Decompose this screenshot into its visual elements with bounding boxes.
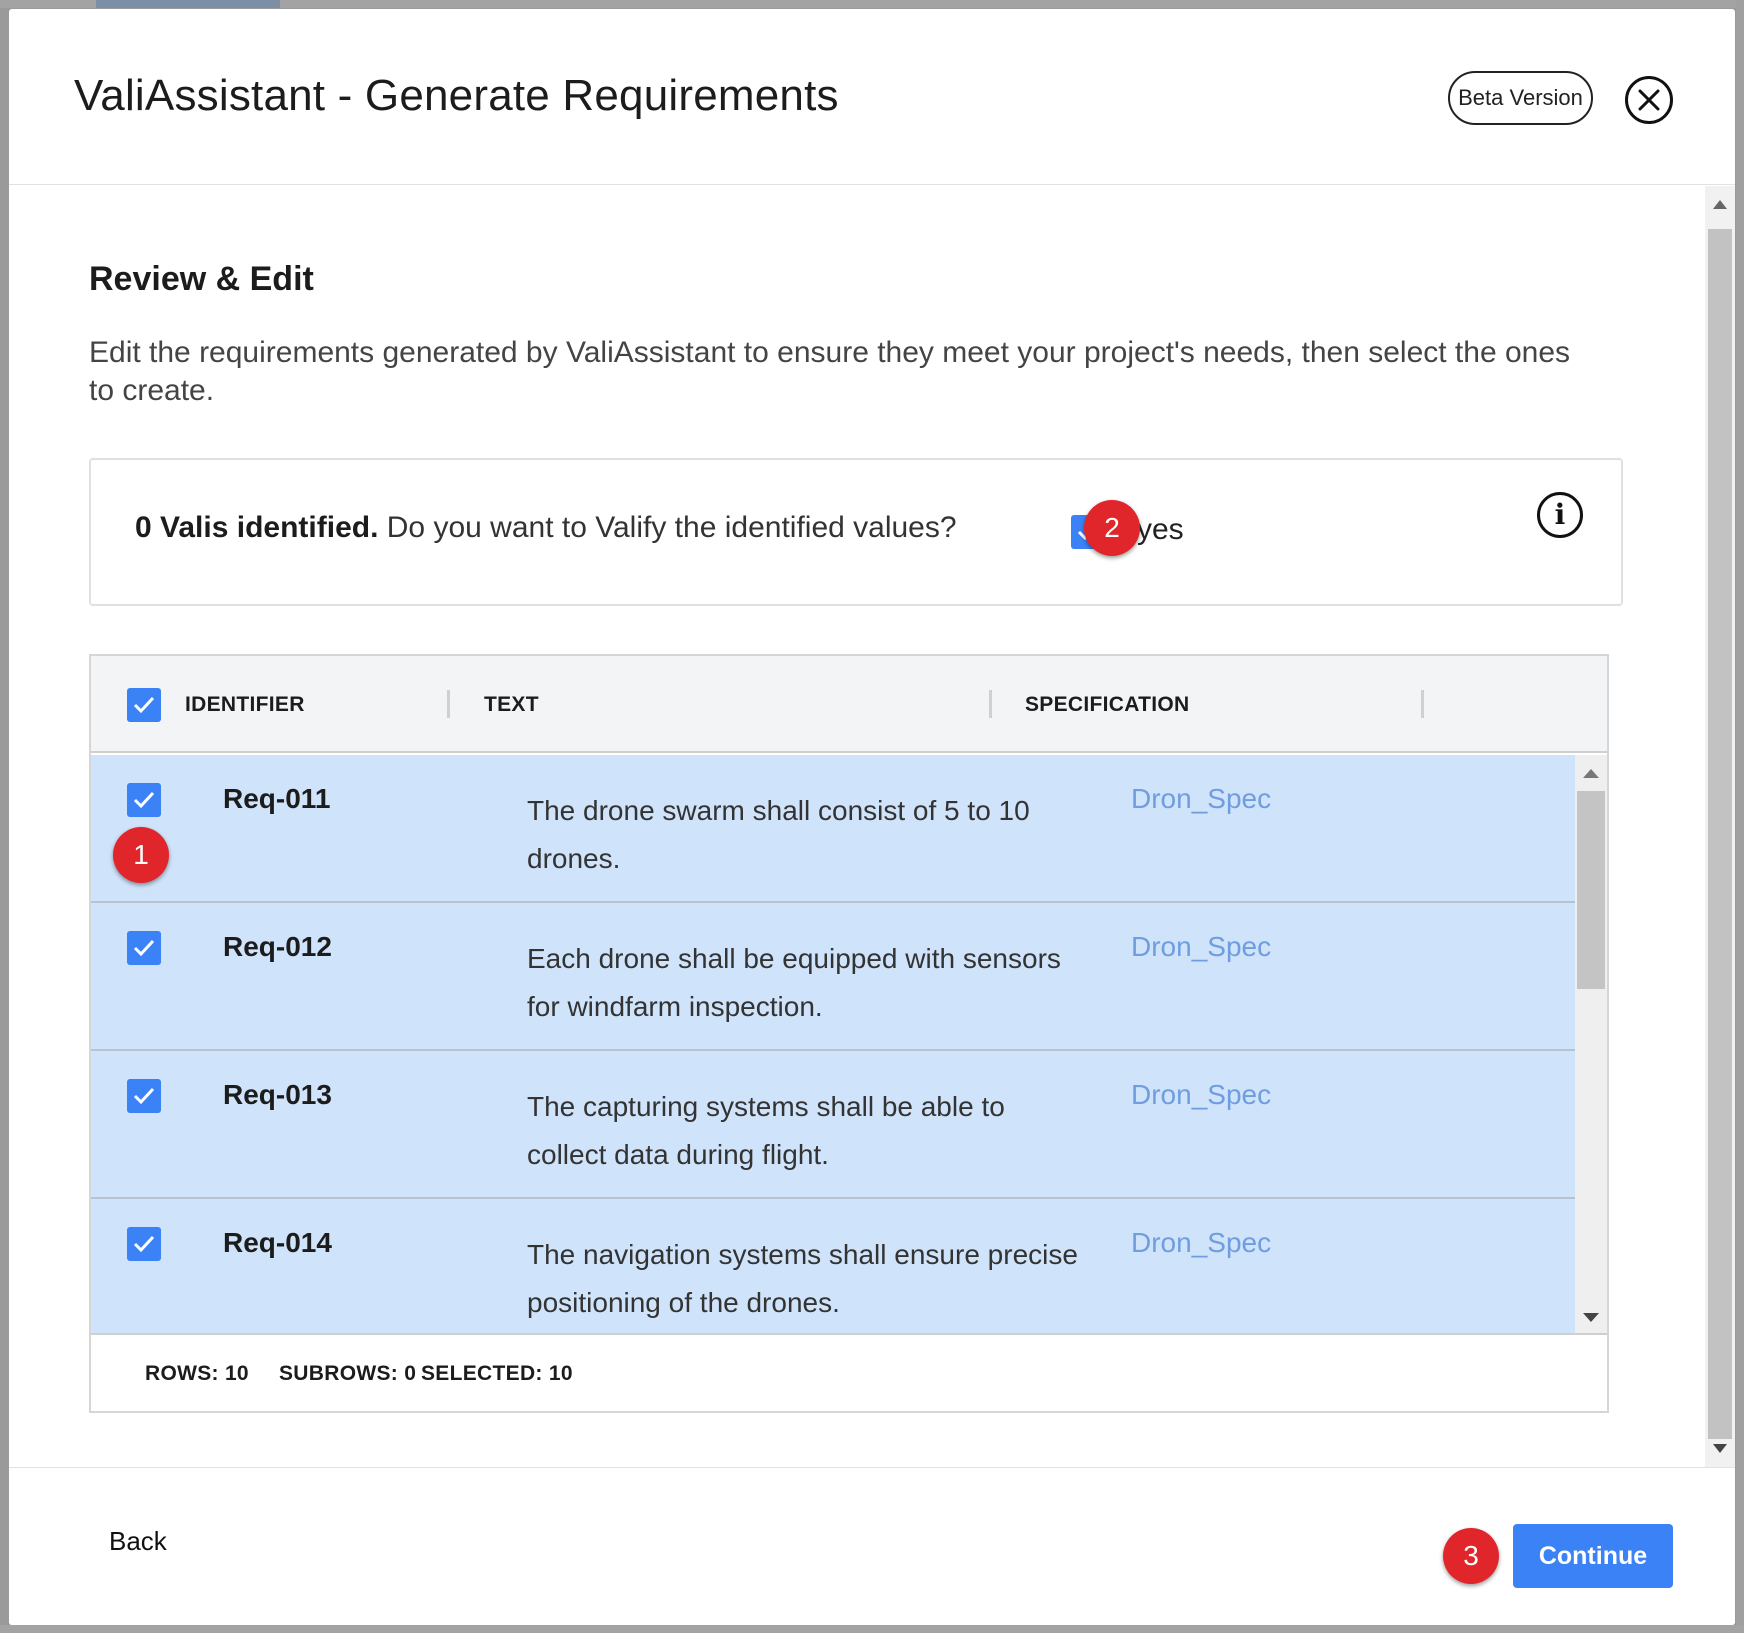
annotation-badge-2: 2 bbox=[1084, 500, 1140, 556]
row-specification-link[interactable]: Dron_Spec bbox=[1131, 783, 1271, 815]
column-resize-handle[interactable] bbox=[1421, 690, 1424, 718]
subrows-count: SUBROWS: 0 bbox=[279, 1362, 417, 1385]
row-identifier[interactable]: Req-013 bbox=[223, 1079, 332, 1111]
section-description: Edit the requirements generated by ValiA… bbox=[89, 336, 1571, 407]
generate-requirements-dialog: ValiAssistant - Generate Requirements Be… bbox=[9, 9, 1735, 1625]
scroll-up-arrow-icon[interactable] bbox=[1583, 769, 1599, 778]
scroll-thumb[interactable] bbox=[1577, 791, 1605, 989]
row-text[interactable]: The capturing systems shall be able to c… bbox=[527, 1083, 1087, 1179]
dialog-title: ValiAssistant - Generate Requirements bbox=[74, 71, 839, 120]
back-button[interactable]: Back bbox=[109, 1526, 167, 1557]
table-row[interactable]: 1 Req-011 The drone swarm shall consist … bbox=[91, 755, 1575, 903]
row-text[interactable]: The navigation systems shall ensure prec… bbox=[527, 1231, 1087, 1327]
table-row[interactable]: Req-013 The capturing systems shall be a… bbox=[91, 1051, 1575, 1199]
row-checkbox[interactable] bbox=[127, 1079, 161, 1113]
column-header-identifier[interactable]: IDENTIFIER bbox=[185, 693, 305, 717]
row-text[interactable]: Each drone shall be equipped with sensor… bbox=[527, 935, 1087, 1031]
dialog-header: ValiAssistant - Generate Requirements Be… bbox=[9, 9, 1735, 185]
requirements-table: IDENTIFIER TEXT SPECIFICATION 1 Req-011 … bbox=[89, 654, 1609, 1413]
row-specification-link[interactable]: Dron_Spec bbox=[1131, 1079, 1271, 1111]
scroll-down-arrow-icon[interactable] bbox=[1583, 1313, 1599, 1322]
valify-panel: 0 Valis identified. Do you want to Valif… bbox=[89, 458, 1623, 606]
table-row[interactable]: Req-014 The navigation systems shall ens… bbox=[91, 1199, 1575, 1333]
close-icon bbox=[1638, 89, 1660, 111]
column-header-text[interactable]: TEXT bbox=[484, 693, 539, 717]
scroll-down-arrow-icon[interactable] bbox=[1713, 1444, 1727, 1453]
background-tab bbox=[96, 0, 280, 8]
rows-count: ROWS: 10 bbox=[145, 1362, 249, 1385]
select-all-checkbox[interactable] bbox=[127, 688, 161, 722]
table-scrollbar[interactable] bbox=[1575, 755, 1607, 1333]
beta-version-badge: Beta Version bbox=[1448, 71, 1593, 125]
checkmark-icon bbox=[133, 1087, 155, 1105]
table-body: 1 Req-011 The drone swarm shall consist … bbox=[91, 755, 1575, 1333]
row-checkbox[interactable] bbox=[127, 783, 161, 817]
selected-count: SELECTED: 10 bbox=[421, 1362, 573, 1385]
column-header-specification[interactable]: SPECIFICATION bbox=[1025, 693, 1190, 717]
background-app-footer bbox=[0, 1625, 1744, 1633]
row-identifier[interactable]: Req-012 bbox=[223, 931, 332, 963]
valis-count: 0 Valis identified. bbox=[135, 511, 379, 544]
valify-message: 0 Valis identified. Do you want to Valif… bbox=[135, 511, 957, 545]
background-app-edge bbox=[1736, 0, 1744, 1633]
scroll-up-arrow-icon[interactable] bbox=[1713, 200, 1727, 209]
table-row[interactable]: Req-012 Each drone shall be equipped wit… bbox=[91, 903, 1575, 1051]
row-identifier[interactable]: Req-014 bbox=[223, 1227, 332, 1259]
column-resize-handle[interactable] bbox=[989, 690, 992, 718]
row-identifier[interactable]: Req-011 bbox=[223, 783, 330, 815]
dialog-body: Review & Edit Edit the requirements gene… bbox=[9, 186, 1735, 1467]
row-checkbox[interactable] bbox=[127, 931, 161, 965]
section-title: Review & Edit bbox=[89, 260, 314, 298]
checkmark-icon bbox=[133, 939, 155, 957]
annotation-badge-3: 3 bbox=[1443, 1528, 1499, 1584]
info-icon[interactable]: i bbox=[1537, 492, 1583, 538]
dialog-footer: Back 3 Continue bbox=[9, 1467, 1735, 1625]
annotation-badge-1: 1 bbox=[113, 827, 169, 883]
column-resize-handle[interactable] bbox=[447, 690, 450, 718]
checkmark-icon bbox=[133, 791, 155, 809]
checkmark-icon bbox=[133, 696, 155, 714]
table-footer: ROWS: 10 SUBROWS: 0 SELECTED: 10 bbox=[91, 1333, 1607, 1411]
close-button[interactable] bbox=[1625, 76, 1673, 124]
row-specification-link[interactable]: Dron_Spec bbox=[1131, 1227, 1271, 1259]
dialog-scrollbar[interactable] bbox=[1705, 186, 1735, 1467]
continue-button[interactable]: Continue bbox=[1513, 1524, 1673, 1588]
checkmark-icon bbox=[133, 1235, 155, 1253]
row-text[interactable]: The drone swarm shall consist of 5 to 10… bbox=[527, 787, 1087, 883]
background-app-strip bbox=[0, 0, 1744, 8]
table-header: IDENTIFIER TEXT SPECIFICATION bbox=[91, 656, 1607, 753]
scroll-thumb[interactable] bbox=[1708, 229, 1732, 1439]
valify-question: Do you want to Valify the identified val… bbox=[386, 511, 957, 544]
row-checkbox[interactable] bbox=[127, 1227, 161, 1261]
row-specification-link[interactable]: Dron_Spec bbox=[1131, 931, 1271, 963]
valify-yes-label[interactable]: yes bbox=[1137, 513, 1184, 547]
